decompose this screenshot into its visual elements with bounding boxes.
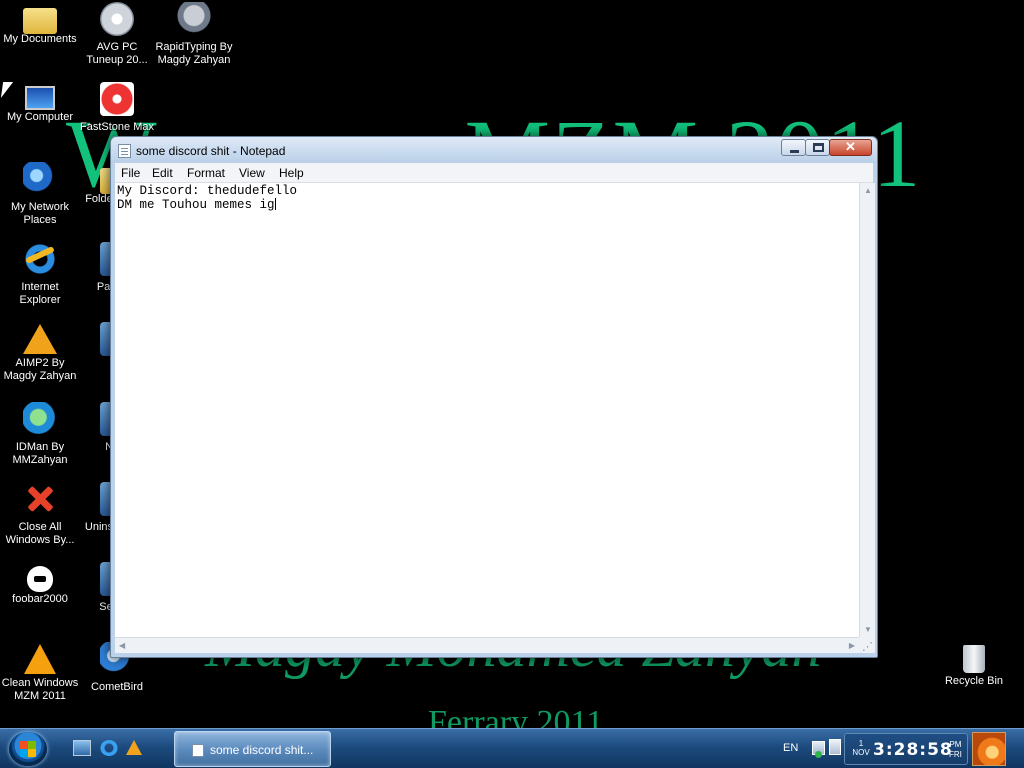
- desktop-icon-label: AVG PC Tuneup 20...: [86, 41, 148, 66]
- clean-windows-icon: [24, 644, 56, 674]
- desktop-icon-label: AIMP2 By Magdy Zahyan: [3, 357, 77, 382]
- scroll-down-icon[interactable]: ▼: [864, 625, 872, 634]
- start-button[interactable]: [9, 732, 47, 766]
- internet-explorer-quicklaunch-icon[interactable]: [100, 740, 118, 756]
- scroll-up-icon[interactable]: ▲: [864, 186, 872, 195]
- windows-logo-icon: [20, 741, 36, 757]
- editor-line: My Discord: thedudefello: [117, 184, 298, 198]
- taskbar: some discord shit... EN 1 NOV 3:28:58 PM…: [0, 728, 1024, 768]
- foobar-icon: [27, 566, 53, 592]
- text-editor[interactable]: My Discord: thedudefello DM me Touhou me…: [115, 183, 859, 637]
- desktop-icon-avg-tuneup[interactable]: AVG PC Tuneup 20...: [77, 2, 157, 67]
- minimize-button[interactable]: [781, 139, 806, 156]
- desktop-icon-internet-explorer[interactable]: Internet Explorer: [0, 242, 80, 307]
- desktop-icon-rapidtyping[interactable]: RapidTyping By Magdy Zahyan: [154, 2, 234, 67]
- menu-format[interactable]: Format: [187, 166, 225, 180]
- desktop-icon-my-documents[interactable]: My Documents: [0, 2, 80, 46]
- close-button[interactable]: ✕: [829, 139, 872, 156]
- scroll-right-icon[interactable]: ▶: [849, 641, 855, 650]
- desktop-icon-label: My Computer: [6, 111, 74, 123]
- network-icon: [23, 162, 57, 196]
- rapidtyping-icon: [177, 2, 211, 36]
- clock-time: 3:28:58: [873, 740, 953, 760]
- clock-ampm: PM FRI: [949, 740, 962, 760]
- desktop-icon-label: My Documents: [3, 33, 77, 45]
- window-titlebar[interactable]: some discord shit - Notepad ✕: [111, 137, 877, 163]
- menu-bar: File Edit Format View Help: [115, 163, 873, 183]
- show-desktop-quicklaunch-icon[interactable]: [73, 740, 91, 756]
- close-all-icon: [23, 482, 57, 516]
- show-desktop-button[interactable]: [972, 732, 1006, 766]
- desktop-icon-label: Clean Windows MZM 2011: [1, 677, 79, 702]
- recycle-bin-icon: [963, 645, 985, 673]
- minimize-icon: [790, 150, 799, 153]
- aimp-quicklaunch-icon[interactable]: [126, 740, 142, 755]
- idm-icon: [23, 402, 57, 436]
- desktop-icon-aimp2[interactable]: AIMP2 By Magdy Zahyan: [0, 322, 80, 383]
- resize-grip-icon[interactable]: [859, 637, 875, 653]
- language-indicator[interactable]: EN: [783, 742, 798, 754]
- desktop-icon-my-network-places[interactable]: My Network Places: [0, 162, 80, 227]
- desktop-icon-idman[interactable]: IDMan By MMZahyan: [0, 402, 80, 467]
- notepad-icon: [118, 144, 131, 158]
- taskbar-button-notepad[interactable]: some discord shit...: [174, 731, 331, 767]
- menu-file[interactable]: File: [121, 166, 140, 180]
- clock-date: 1 NOV: [851, 739, 871, 757]
- taskbar-button-label: some discord shit...: [210, 743, 314, 757]
- desktop-icon-label: My Network Places: [10, 201, 70, 226]
- menu-view[interactable]: View: [239, 166, 265, 180]
- desktop-icon-recycle-bin[interactable]: Recycle Bin: [934, 642, 1014, 688]
- desktop-icon-label: CometBird: [91, 681, 143, 693]
- notepad-icon: [192, 744, 204, 757]
- desktop-icon-label: RapidTyping By Magdy Zahyan: [155, 41, 233, 66]
- horizontal-scrollbar[interactable]: ◀ ▶: [115, 637, 859, 653]
- safely-remove-tray-icon[interactable]: [829, 739, 841, 755]
- desktop-icon-label: IDMan By MMZahyan: [12, 441, 68, 466]
- desktop-icon-label: Close All Windows By...: [5, 521, 75, 546]
- faststone-icon: [100, 82, 134, 116]
- menu-edit[interactable]: Edit: [152, 166, 173, 180]
- internet-explorer-icon: [23, 242, 57, 276]
- desktop-icon-close-all-windows[interactable]: Close All Windows By...: [0, 482, 80, 547]
- computer-icon: [25, 86, 55, 110]
- vertical-scrollbar[interactable]: ▲ ▼: [859, 183, 875, 637]
- close-icon: ✕: [845, 139, 856, 154]
- menu-help[interactable]: Help: [279, 166, 304, 180]
- window-title: some discord shit - Notepad: [136, 144, 286, 158]
- desktop-icon-label: Recycle Bin: [944, 675, 1004, 687]
- tuneup-disc-icon: [100, 2, 134, 36]
- desktop-icon-clean-windows[interactable]: Clean Windows MZM 2011: [0, 642, 80, 703]
- system-clock[interactable]: 1 NOV 3:28:58 PM FRI: [844, 733, 968, 765]
- text-caret: [274, 198, 276, 210]
- clock-month: NOV: [852, 748, 870, 757]
- network-tray-icon[interactable]: [812, 741, 825, 758]
- scroll-left-icon[interactable]: ◀: [119, 641, 125, 650]
- notepad-window[interactable]: some discord shit - Notepad ✕ File Edit …: [110, 136, 878, 658]
- maximize-icon: [813, 143, 824, 152]
- maximize-button[interactable]: [805, 139, 830, 156]
- clock-weekday: FRI: [949, 750, 962, 759]
- clock-meridiem: PM: [949, 740, 962, 749]
- desktop-icon-foobar2000[interactable]: foobar2000: [0, 562, 80, 606]
- wallpaper-year: Ferrary 2011: [428, 704, 604, 728]
- aimp-icon: [23, 324, 57, 354]
- clock-day: 1: [858, 739, 864, 748]
- desktop-icon-faststone[interactable]: FastStone Max: [77, 82, 157, 134]
- folder-icon: [23, 8, 57, 34]
- editor-line: DM me Touhou memes ig: [117, 198, 275, 212]
- desktop-icon-label: Internet Explorer: [19, 281, 61, 306]
- desktop-icon-label: foobar2000: [12, 593, 68, 605]
- desktop-icon-label: FastStone Max: [80, 121, 154, 133]
